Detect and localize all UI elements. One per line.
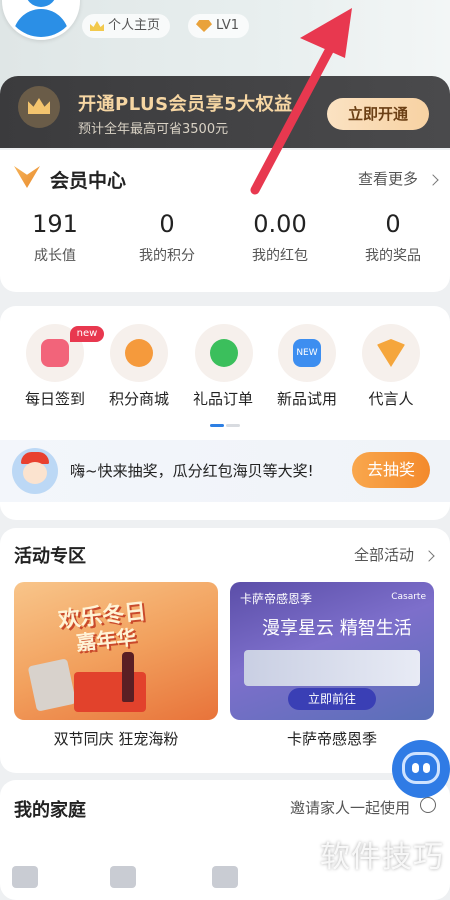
page-indicator — [226, 424, 240, 427]
page-indicator-active — [210, 424, 224, 427]
gift-icon — [210, 339, 238, 367]
invite-family-link[interactable]: 邀请家人一起使用 — [290, 797, 410, 818]
points-mall-label: 积分商城 — [108, 390, 169, 408]
go-lottery-button[interactable]: 去抽奖 — [352, 452, 430, 488]
go-now-button[interactable]: 立即前往 — [288, 688, 376, 710]
family-title: 我的家庭 — [14, 800, 86, 821]
gift-orders-label: 礼品订单 — [192, 390, 253, 408]
watermark-text: 软件技巧 — [320, 840, 444, 875]
points-label: 我的积分 — [139, 248, 195, 264]
shop-icon — [125, 339, 153, 367]
redpacket-label: 我的红包 — [252, 248, 308, 264]
homepage-label: 个人主页 — [108, 18, 161, 33]
calendar-icon — [41, 339, 69, 367]
wine-bottle-image — [122, 652, 134, 702]
plus-subtitle: 预计全年最高可省3500元 — [78, 122, 229, 137]
growth-label: 成长值 — [34, 248, 76, 264]
add-user-icon[interactable] — [420, 797, 436, 813]
view-more-label: 查看更多 — [358, 170, 419, 188]
new-trial-button[interactable]: NEW — [278, 324, 336, 382]
banner-brand: 卡萨帝感恩季 — [240, 592, 313, 606]
level-label: LV1 — [216, 18, 239, 33]
daily-checkin-label: 每日签到 — [24, 390, 85, 408]
banner-title: 漫享星云 精智生活 — [262, 618, 412, 639]
assistant-robot-button[interactable] — [392, 740, 450, 798]
growth-value[interactable]: 191 — [0, 210, 110, 238]
chevron-right-icon — [423, 549, 435, 562]
mascot-avatar — [12, 448, 58, 494]
activity-title: 活动专区 — [14, 546, 86, 567]
banner-caption: 双节同庆 狂宠海粉 — [53, 730, 179, 748]
redpacket-value[interactable]: 0.00 — [225, 210, 335, 238]
prizes-label: 我的奖品 — [365, 248, 421, 264]
activate-plus-button[interactable]: 立即开通 — [327, 98, 429, 130]
new-tag-icon: NEW — [293, 339, 321, 367]
banner-brand-logo: Casarte — [391, 592, 426, 602]
homepage-button[interactable]: 个人主页 — [82, 14, 171, 38]
chevron-right-icon — [427, 173, 439, 186]
new-trial-label: 新品试用 — [276, 390, 337, 408]
points-value[interactable]: 0 — [112, 210, 222, 238]
lottery-text: 嗨~快来抽奖，瓜分红包海贝等大奖! — [70, 462, 314, 480]
gift-orders-button[interactable] — [195, 324, 253, 382]
all-activities-link[interactable]: 全部活动 — [354, 544, 435, 565]
robot-eye — [423, 763, 430, 773]
plus-title: 开通PLUS会员享5大权益 — [78, 94, 293, 115]
ambassador-label: 代言人 — [368, 390, 414, 408]
crown-icon — [90, 21, 104, 31]
view-more-link[interactable]: 查看更多 — [358, 168, 439, 189]
ambassador-button[interactable] — [362, 324, 420, 382]
new-badge: new — [70, 326, 104, 342]
points-mall-button[interactable] — [110, 324, 168, 382]
level-badge[interactable]: LV1 — [188, 14, 249, 38]
prizes-value[interactable]: 0 — [338, 210, 448, 238]
activity-banner-winter[interactable]: 欢乐冬日 嘉年华 — [14, 582, 218, 720]
all-activities-label: 全部活动 — [354, 546, 415, 564]
heart-icon — [377, 339, 405, 367]
product-image — [27, 658, 77, 712]
avatar[interactable] — [2, 0, 80, 40]
activity-banner-casarte[interactable]: 卡萨帝感恩季 Casarte 漫享星云 精智生活 立即前往 — [230, 582, 434, 720]
robot-eye — [412, 763, 419, 773]
appliance-image — [244, 650, 420, 686]
diamond-icon — [196, 20, 212, 32]
gift-box-image — [74, 672, 146, 712]
member-center-title: 会员中心 — [50, 170, 127, 192]
banner-subtitle: 嘉年华 — [75, 624, 138, 656]
